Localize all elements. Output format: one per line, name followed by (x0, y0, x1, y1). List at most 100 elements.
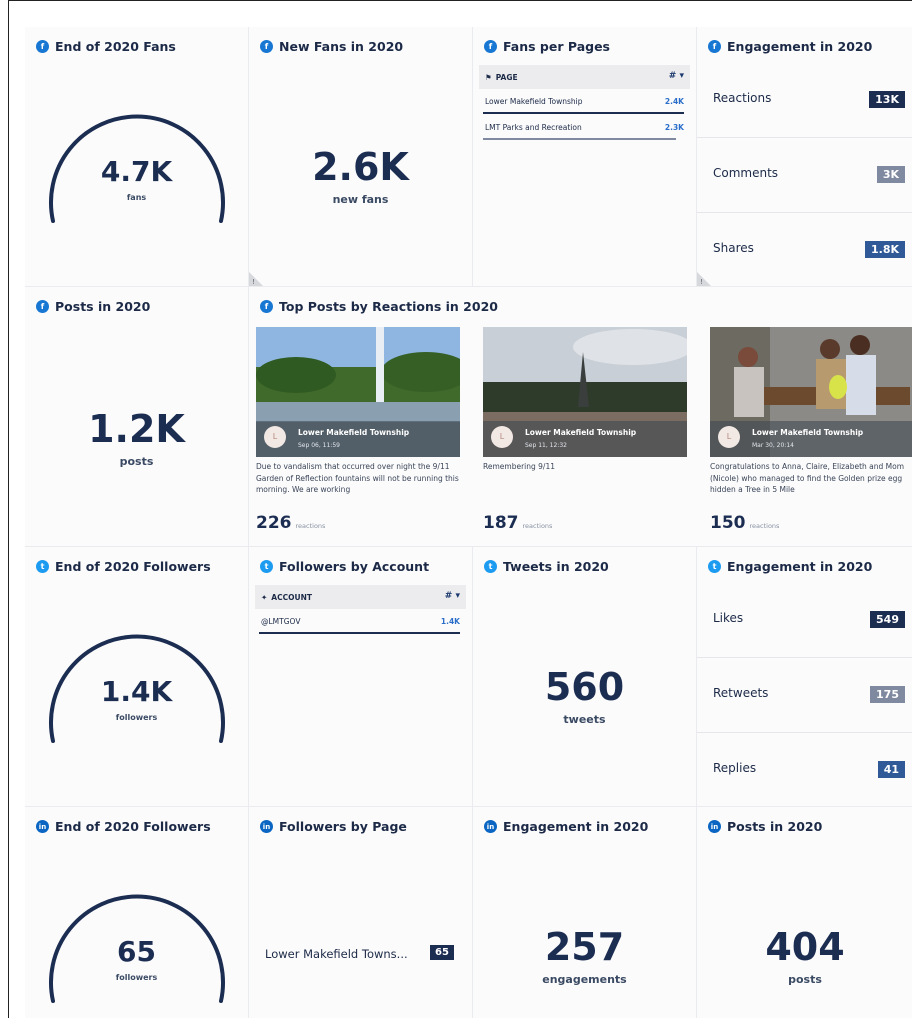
engagement-row-reactions[interactable]: Reactions 13K (697, 63, 912, 138)
card-fb-engagement[interactable]: f Engagement in 2020 Reactions 13K Commen… (697, 27, 912, 286)
card-title-text: End of 2020 Followers (55, 819, 211, 834)
card-tw-tweets[interactable]: t Tweets in 2020 560 tweets (473, 547, 696, 806)
card-title-text: Followers by Page (279, 819, 407, 834)
reactions-label: reactions (522, 522, 553, 530)
kpi-value: 2.6K (312, 145, 409, 189)
reactions-count: 150 (710, 513, 746, 533)
table-row[interactable]: Lower Makefield Township 2.4K (483, 93, 684, 115)
linkedin-icon: in (484, 820, 497, 833)
engagement-row-retweets[interactable]: Retweets 175 (697, 658, 912, 733)
warning-icon[interactable]: ! (249, 272, 263, 286)
card-tw-followers-by-account[interactable]: t Followers by Account ✦ ACCOUNT # ▾ @LMTG… (249, 547, 472, 806)
post-overlay: L Lower Makefield Township Sep 06, 11:59 (256, 421, 460, 457)
metric-value: 175 (870, 686, 905, 703)
card-title-text: Engagement in 2020 (503, 819, 649, 834)
kpi-value: 1.4K (100, 675, 173, 708)
facebook-icon: f (708, 40, 721, 53)
card-fb-posts[interactable]: f Posts in 2020 1.2K posts (25, 287, 248, 546)
post-date: Mar 30, 20:14 (752, 442, 794, 449)
row-bar (483, 112, 684, 114)
card-fb-fans-per-page[interactable]: f Fans per Pages ⚑ PAGE # ▾ Lower Makefiel… (473, 27, 696, 286)
engagement-row-shares[interactable]: Shares 1.8K (697, 213, 912, 286)
post-image[interactable]: L Lower Makefield Township Mar 30, 20:14 (710, 327, 912, 457)
post-date: Sep 06, 11:59 (298, 442, 340, 449)
kpi-unit: fans (126, 193, 147, 202)
post-image[interactable]: L Lower Makefield Township Sep 06, 11:59 (256, 327, 460, 457)
post-text: Remembering 9/11 (483, 462, 555, 471)
kpi-unit: tweets (563, 713, 606, 726)
kpi-value: 560 (544, 665, 625, 709)
table-header[interactable]: ⚑ PAGE # ▾ (479, 65, 690, 89)
card-title: f End of 2020 Fans (36, 39, 176, 54)
top-post[interactable]: L Lower Makefield Township Sep 11, 12:32… (483, 327, 687, 537)
report-frame: f End of 2020 Fans 4.7K fans f New Fans in… (8, 0, 912, 1018)
card-li-engagement[interactable]: in Engagement in 2020 257 engagements (473, 807, 696, 1018)
metric-label: Reactions (713, 91, 772, 105)
metric-label: Comments (713, 166, 779, 180)
twitter-icon: t (708, 560, 721, 573)
metric-value: 41 (877, 761, 905, 778)
page-name: Lower Makefield Towns... (265, 947, 408, 961)
kpi-unit: followers (115, 973, 158, 982)
linkedin-icon: in (708, 820, 721, 833)
top-post[interactable]: L Lower Makefield Township Mar 30, 20:14… (710, 327, 912, 537)
card-title-text: Posts in 2020 (55, 299, 151, 314)
card-tw-engagement[interactable]: t Engagement in 2020 Likes 549 Retweets 1… (697, 547, 912, 806)
engagement-row-likes[interactable]: Likes 549 (697, 583, 912, 658)
row-value: 2.3K (664, 123, 684, 132)
reactions-count: 187 (483, 513, 519, 533)
card-tw-followers[interactable]: t End of 2020 Followers 1.4K followers (25, 547, 248, 806)
table-row[interactable]: @LMTGOV 1.4K (259, 613, 460, 635)
card-title-text: Top Posts by Reactions in 2020 (279, 299, 498, 314)
post-page-name: Lower Makefield Township (298, 428, 410, 437)
post-text: Congratulations to Anna, Claire, Elizabe… (710, 462, 905, 495)
row-name: LMT Parks and Recreation (485, 123, 582, 132)
post-overlay: L Lower Makefield Township Mar 30, 20:14 (710, 421, 912, 457)
kpi-unit: posts (119, 455, 154, 468)
table-row[interactable]: LMT Parks and Recreation 2.3K (483, 119, 684, 141)
reactions-label: reactions (295, 522, 326, 530)
warning-icon[interactable]: ! (697, 272, 711, 286)
row-value: 1.4K (440, 617, 460, 626)
kpi-value: 404 (765, 925, 845, 969)
engagement-row-comments[interactable]: Comments 3K (697, 138, 912, 213)
card-title: f Top Posts by Reactions in 2020 (260, 299, 498, 314)
card-li-posts[interactable]: in Posts in 2020 404 posts (697, 807, 912, 1018)
gauge-arc (49, 634, 225, 743)
table-header[interactable]: ✦ ACCOUNT # ▾ (255, 585, 466, 609)
sort-dropdown[interactable]: # ▾ (669, 71, 684, 81)
card-title: f Engagement in 2020 (708, 39, 872, 54)
card-title: in Followers by Page (260, 819, 407, 834)
linkedin-icon: in (36, 820, 49, 833)
facebook-icon: f (260, 40, 273, 53)
dashboard-grid: f End of 2020 Fans 4.7K fans f New Fans in… (25, 27, 912, 1018)
page-avatar: L (264, 426, 286, 448)
linkedin-icon: in (260, 820, 273, 833)
page-value: 65 (430, 945, 454, 960)
twitter-icon: t (484, 560, 497, 573)
column-header: ACCOUNT (271, 592, 312, 602)
card-li-followers[interactable]: in End of 2020 Followers 65 followers (25, 807, 248, 1018)
post-date: Sep 11, 12:32 (525, 442, 567, 449)
card-fb-fans[interactable]: f End of 2020 Fans 4.7K fans (25, 27, 248, 286)
engagement-row-replies[interactable]: Replies 41 (697, 733, 912, 806)
facebook-icon: f (484, 40, 497, 53)
card-title: in Engagement in 2020 (484, 819, 648, 834)
post-page-name: Lower Makefield Township (525, 428, 637, 437)
card-li-followers-by-page[interactable]: in Followers by Page Lower Makefield Town… (249, 807, 472, 1018)
row-name: @LMTGOV (261, 617, 301, 626)
gauge-arc (49, 894, 225, 1003)
card-title: t Tweets in 2020 (484, 559, 609, 574)
post-image[interactable]: L Lower Makefield Township Sep 11, 12:32 (483, 327, 687, 457)
top-post[interactable]: L Lower Makefield Township Sep 06, 11:59… (256, 327, 460, 537)
facebook-icon: f (260, 300, 273, 313)
card-title-text: Engagement in 2020 (727, 39, 873, 54)
sort-dropdown[interactable]: # ▾ (445, 591, 460, 601)
card-fb-new-fans[interactable]: f New Fans in 2020 2.6K new fans ! (249, 27, 472, 286)
card-title-text: Followers by Account (279, 559, 430, 574)
metric-value: 13K (869, 91, 905, 108)
card-fb-top-posts[interactable]: f Top Posts by Reactions in 2020 L Lower … (249, 287, 912, 546)
row-bar (483, 138, 676, 140)
kpi-unit: followers (115, 713, 158, 722)
metric-label: Replies (713, 761, 757, 775)
